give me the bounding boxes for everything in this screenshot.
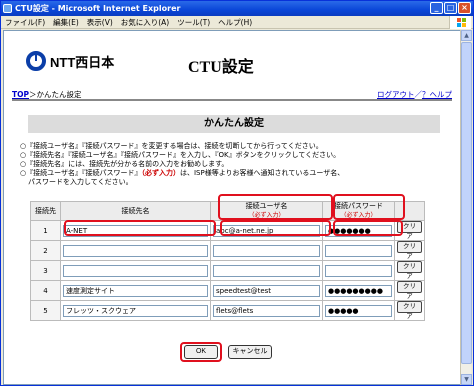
row-clear-cell: クリア xyxy=(394,280,425,301)
nav-separator: ／ xyxy=(414,90,423,99)
top-link[interactable]: TOP xyxy=(12,90,29,99)
row-index: 2 xyxy=(30,240,61,261)
window-title: CTU設定 - Microsoft Internet Explorer xyxy=(15,4,181,13)
row-clear-cell: クリア xyxy=(394,260,425,281)
clear-button[interactable]: クリア xyxy=(397,301,422,320)
menu-favorites[interactable]: お気に入り(A) xyxy=(121,17,169,28)
scroll-down-icon[interactable]: ▼ xyxy=(461,374,472,385)
page-header: NTT西日本 CTU設定 xyxy=(12,43,452,83)
table-row: 4 速度測定サイト speedtest@test ●●●●●●●●● クリア xyxy=(30,280,425,301)
brand-name: NTT西日本 xyxy=(50,54,115,70)
minimize-button[interactable]: _ xyxy=(430,2,443,14)
menu-view[interactable]: 表示(V) xyxy=(87,17,113,28)
connection-name-input[interactable] xyxy=(63,244,208,257)
row-name-cell xyxy=(60,260,211,281)
clear-button[interactable]: クリア xyxy=(397,261,422,280)
browser-window: CTU設定 - Microsoft Internet Explorer _ □ … xyxy=(0,0,474,386)
user-name-input[interactable] xyxy=(213,244,320,257)
password-input[interactable] xyxy=(325,244,392,257)
row-index: 1 xyxy=(30,220,61,241)
connection-name-input[interactable]: 速度測定サイト xyxy=(63,284,208,297)
instructions: ○『接続ユーザ名』『接続パスワード』を変更する場合は、接続を切断してから行ってく… xyxy=(20,142,456,187)
user-name-input[interactable] xyxy=(213,264,320,277)
highlight-user-header xyxy=(218,194,333,220)
menu-tools[interactable]: ツール(T) xyxy=(177,17,210,28)
menu-bar: ファイル(F) 編集(E) 表示(V) お気に入り(A) ツール(T) ヘルプ(… xyxy=(1,16,473,29)
row-clear-cell: クリア xyxy=(394,240,425,261)
col-name: 接続先名 xyxy=(60,201,211,221)
user-name-input[interactable]: speedtest@test xyxy=(213,284,320,297)
section-title: かんたん設定 xyxy=(28,115,440,133)
row-user-cell: flets@flets xyxy=(210,300,323,321)
highlight-name-field xyxy=(64,220,216,236)
password-input[interactable] xyxy=(325,264,392,277)
note-4-required: （必ず入力） xyxy=(141,169,180,177)
row-password-cell xyxy=(322,240,395,261)
row-index: 5 xyxy=(30,300,61,321)
table-row: 3 クリア xyxy=(30,260,425,281)
note-1: ○『接続ユーザ名』『接続パスワード』を変更する場合は、接続を切断してから行ってく… xyxy=(20,142,323,150)
user-name-input[interactable]: flets@flets xyxy=(213,304,320,317)
maximize-button[interactable]: □ xyxy=(444,2,457,14)
note-4-cont: パスワードを入力してください。 xyxy=(28,178,133,186)
row-name-cell: 速度測定サイト xyxy=(60,280,211,301)
breadcrumb-current: ＞かんたん設定 xyxy=(29,90,82,99)
note-4: ○『接続ユーザ名』『接続パスワード』（必ず入力）は、ISP様等よりお客様へ通知さ… xyxy=(20,169,456,178)
form-buttons: OK キャンセル xyxy=(180,342,272,362)
table-row: 2 クリア xyxy=(30,240,425,261)
clear-button[interactable]: クリア xyxy=(397,241,422,260)
table-row: 5 フレッツ・スクウェア flets@flets ●●●●● クリア xyxy=(30,300,425,321)
row-name-cell: フレッツ・スクウェア xyxy=(60,300,211,321)
menu-edit[interactable]: 編集(E) xyxy=(53,17,79,28)
menu-file[interactable]: ファイル(F) xyxy=(5,17,45,28)
row-password-cell: ●●●●● xyxy=(322,300,395,321)
row-password-cell: ●●●●●●●●● xyxy=(322,280,395,301)
row-user-cell: speedtest@test xyxy=(210,280,323,301)
highlight-user-field xyxy=(220,220,331,236)
scroll-thumb[interactable] xyxy=(461,42,472,364)
ntt-logo-icon xyxy=(26,51,46,71)
ntt-logo: NTT西日本 xyxy=(26,51,114,71)
row-index: 3 xyxy=(30,260,61,281)
col-index: 接続先 xyxy=(30,201,61,221)
note-3: ○『接続先名』には、接続先が分かる名前の入力をお勧めします。 xyxy=(20,160,229,168)
row-user-cell xyxy=(210,240,323,261)
row-index: 4 xyxy=(30,280,61,301)
page-viewport: NTT西日本 CTU設定 TOP＞かんたん設定 ログアウト／？ヘルプ かんたん設… xyxy=(3,30,461,385)
note-2: ○『接続先名』『接続ユーザ名』『接続パスワード』を入力し、『OK』ボタンをクリッ… xyxy=(20,151,341,159)
breadcrumb: TOP＞かんたん設定 ログアウト／？ヘルプ xyxy=(12,89,452,101)
vertical-scrollbar[interactable]: ▲ ▼ xyxy=(460,30,472,385)
scroll-up-icon[interactable]: ▲ xyxy=(461,30,472,41)
help-link[interactable]: ？ヘルプ xyxy=(422,90,452,99)
note-4-b: は、ISP様等よりお客様へ通知されているユーザ名、 xyxy=(179,169,345,177)
row-password-cell xyxy=(322,260,395,281)
row-user-cell xyxy=(210,260,323,281)
windows-logo-icon xyxy=(449,16,471,29)
ie-icon xyxy=(3,4,12,13)
connection-name-input[interactable] xyxy=(63,264,208,277)
menu-help[interactable]: ヘルプ(H) xyxy=(218,17,252,28)
page-title: CTU設定 xyxy=(188,59,254,76)
highlight-password-header xyxy=(333,194,405,220)
row-clear-cell: クリア xyxy=(394,300,425,321)
highlight-ok-button xyxy=(180,342,222,362)
connection-name-input[interactable]: フレッツ・スクウェア xyxy=(63,304,208,317)
close-button[interactable]: × xyxy=(458,2,471,14)
clear-button[interactable]: クリア xyxy=(397,281,422,300)
ok-button-wrap: OK xyxy=(180,342,222,362)
password-input[interactable]: ●●●●●●●●● xyxy=(325,284,392,297)
password-input[interactable]: ●●●●● xyxy=(325,304,392,317)
row-name-cell xyxy=(60,240,211,261)
cancel-button[interactable]: キャンセル xyxy=(228,345,272,359)
highlight-password-field xyxy=(333,220,403,236)
note-4-a: ○『接続ユーザ名』『接続パスワード』 xyxy=(20,169,142,177)
title-bar: CTU設定 - Microsoft Internet Explorer _ □ … xyxy=(1,1,473,16)
logout-link[interactable]: ログアウト xyxy=(377,90,415,99)
